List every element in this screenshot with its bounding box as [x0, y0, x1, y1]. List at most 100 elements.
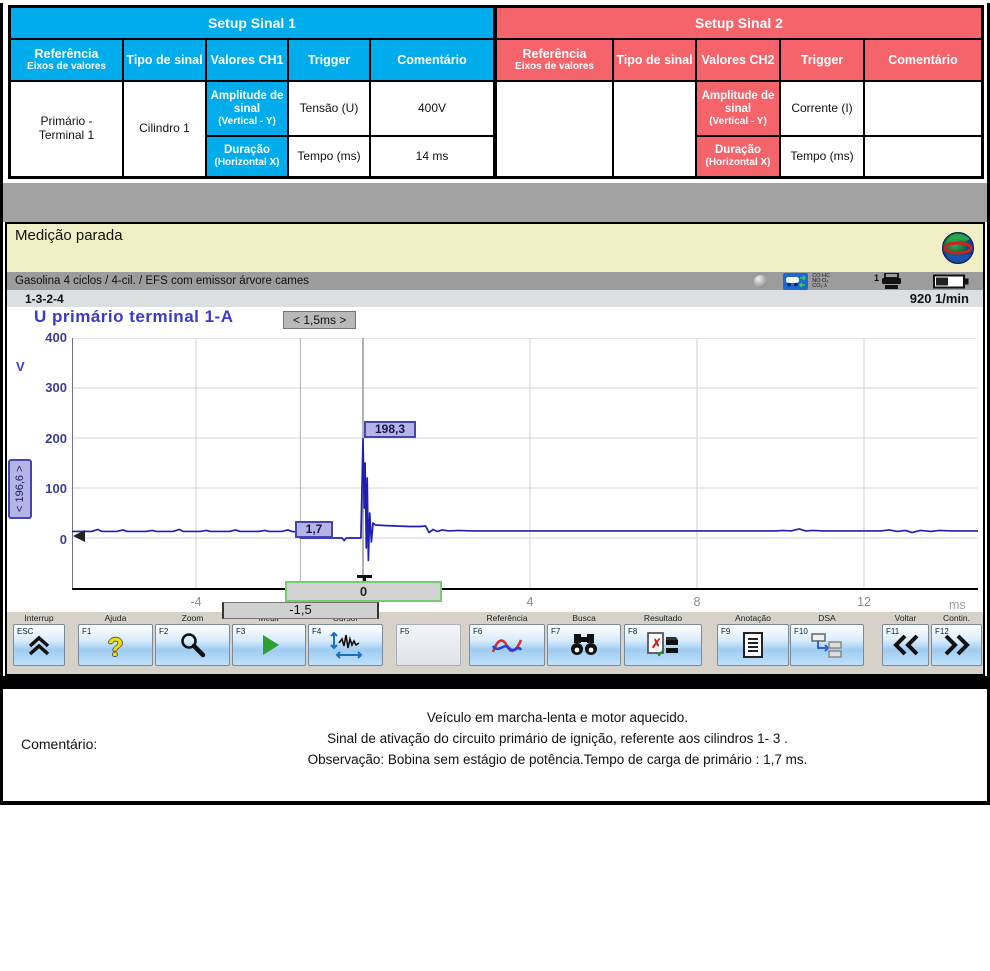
printer-icon[interactable]	[880, 273, 903, 289]
toolbar-cursor-button-f4[interactable]: F4	[308, 624, 383, 666]
trigger-marker-icon[interactable]	[357, 575, 372, 578]
setup2-header-trigger: Trigger	[780, 39, 864, 81]
setup1-duracao-label: Duração (Horizontal X)	[206, 136, 288, 177]
setup2-header-tipo: Tipo de sinal	[613, 39, 696, 81]
x-tick-label: 4	[516, 595, 544, 609]
continue-icon	[942, 633, 972, 662]
function-key-label: F1	[82, 627, 91, 636]
toolbar-continue-button-f12[interactable]: F12	[931, 624, 982, 666]
setup2-comentario-value	[613, 81, 696, 177]
function-key-toolbar: InterrupESCAjudaF1?ZoomF2MedirF3CursorF4…	[7, 612, 983, 674]
toolbar-group-label: Voltar	[882, 613, 929, 624]
function-key-label: F5	[400, 627, 409, 636]
annotation-icon	[739, 631, 767, 664]
vertical-scale-button[interactable]: < 196,6 >	[8, 459, 32, 519]
printer-count: 1	[874, 273, 879, 283]
comment-line2: Sinal de ativação do circuito primário d…	[138, 728, 977, 749]
function-key-label: F7	[551, 627, 560, 636]
time-zoom-button[interactable]: < 1,5ms >	[283, 311, 356, 329]
toolbar-help-button-f1[interactable]: F1?	[78, 624, 153, 666]
x-tick-label: -4	[182, 595, 210, 609]
comment-line1: Veículo em marcha-lenta e motor aquecido…	[138, 707, 977, 728]
toolbar-empty-button-f5: F5	[396, 624, 461, 666]
comment-label: Comentário:	[21, 736, 97, 752]
setup1-duracao-valor: 14 ms	[370, 136, 494, 177]
toolbar-result-button-f8[interactable]: F8 ✗✓	[624, 624, 702, 666]
divider	[0, 676, 990, 686]
emissions-icon[interactable]: CO HC NO O₂ CO₂ λ	[812, 274, 830, 289]
toolbar-measure-button-f3[interactable]: F3	[232, 624, 306, 666]
setup1-title: Setup Sinal 1	[10, 7, 494, 39]
setup2-header-ref-sub: Eixos de valores	[515, 61, 594, 73]
waveform-plot[interactable]	[72, 338, 978, 590]
function-key-label: F4	[312, 627, 321, 636]
setup1-header-comentario: Comentário	[370, 39, 494, 81]
result-icon: ✗✓	[646, 631, 680, 664]
x-tick-label: 12	[850, 595, 878, 609]
vehicle-info: Gasolina 4 ciclos / 4-cil. / EFS com emi…	[15, 275, 309, 287]
setup2-duracao-sub: (Horizontal X)	[706, 157, 771, 169]
signal-title: U primário terminal 1-A	[34, 307, 234, 327]
toolbar-group-label	[396, 613, 461, 624]
toolbar-interrupt-button-esc[interactable]: ESC	[13, 624, 65, 666]
setup1-amplitude-sub: (Vertical - Y)	[218, 116, 276, 128]
toolbar-binoculars-button-f7[interactable]: F7	[547, 624, 621, 666]
svg-text:✓: ✓	[656, 646, 666, 659]
function-key-label: F6	[473, 627, 482, 636]
setup2-duracao-tipo: Tempo (ms)	[780, 136, 864, 177]
reference-icon	[491, 632, 523, 663]
setup2-trigger-value	[496, 81, 613, 177]
x-tick-label: 8	[683, 595, 711, 609]
trigger-position-box[interactable]: 0	[285, 581, 442, 602]
setup2-duracao-valor	[864, 136, 982, 177]
setup1-duracao-main: Duração	[224, 144, 270, 157]
toolbar-back-button-f11[interactable]: F11	[882, 624, 929, 666]
setup-tables: Setup Sinal 1 Referência Eixos de valore…	[8, 5, 984, 179]
function-key-label: F12	[935, 627, 949, 636]
toolbar-annotation-button-f9[interactable]: F9	[717, 624, 789, 666]
zero-level-marker-icon[interactable]	[73, 530, 85, 542]
toolbar-group-label: Contin.	[931, 613, 982, 624]
setup2-amplitude-sub: (Vertical - Y)	[709, 116, 767, 128]
brand-globe-icon	[941, 231, 975, 265]
toolbar-reference-button-f6[interactable]: F6	[469, 624, 545, 666]
toolbar-group-label: DSA	[790, 613, 864, 624]
setup2-amplitude-valor	[864, 81, 982, 136]
setup1-header-referencia: Referência Eixos de valores	[10, 39, 123, 81]
info-row: 1-3-2-4 920 1/min	[7, 290, 983, 307]
setup2-amplitude-label: Amplitude de sinal (Vertical - Y)	[696, 81, 780, 136]
setup2-header-ref-main: Referência	[523, 47, 587, 61]
comment-line3: Observação: Bobina sem estágio de potênc…	[138, 749, 977, 770]
function-key-label: F10	[794, 627, 808, 636]
setup2-header-comentario: Comentário	[864, 39, 982, 81]
function-key-label: F11	[886, 627, 899, 636]
setup1-duracao-tipo: Tempo (ms)	[288, 136, 370, 177]
setup2-duracao-label: Duração (Horizontal X)	[696, 136, 780, 177]
toolbar-group-label: Resultado	[624, 613, 702, 624]
y-axis-unit: V	[16, 359, 25, 374]
x-axis-unit: ms	[949, 598, 966, 612]
cursor-position-box[interactable]: -1,5	[222, 602, 379, 619]
setup2-header-valores: Valores CH2	[696, 39, 780, 81]
setup1-amplitude-label: Amplitude de sinal (Vertical - Y)	[206, 81, 288, 136]
setup1-header-valores: Valores CH1	[206, 39, 288, 81]
setup1-amplitude-main: Amplitude de sinal	[209, 90, 285, 116]
setup1-header-ref-sub: Eixos de valores	[27, 61, 106, 73]
separator-band	[3, 183, 987, 222]
dsa-icon	[810, 631, 844, 664]
toolbar-dsa-button-f10[interactable]: F10	[790, 624, 864, 666]
status-led-icon	[754, 275, 767, 288]
vehicle-exchange-icon[interactable]	[783, 273, 808, 290]
binoculars-icon	[568, 632, 600, 663]
toolbar-group-label: Anotação	[717, 613, 789, 624]
toolbar-group-label: Ajuda	[78, 613, 153, 624]
toolbar-group-label: Zoom	[155, 613, 230, 624]
oscilloscope-window: Medição parada Gasolina 4 ciclos / 4-cil…	[5, 222, 985, 676]
comment-box: Comentário: Veículo em marcha-lenta e mo…	[0, 686, 990, 805]
status-bar: Medição parada	[7, 224, 983, 272]
setup1-header-ref-main: Referência	[35, 47, 99, 61]
toolbar-zoom-button-f2[interactable]: F2	[155, 624, 230, 666]
comment-text: Veículo em marcha-lenta e motor aquecido…	[138, 707, 977, 770]
function-key-label: F8	[628, 627, 637, 636]
y-tick-label: 300	[23, 380, 67, 395]
